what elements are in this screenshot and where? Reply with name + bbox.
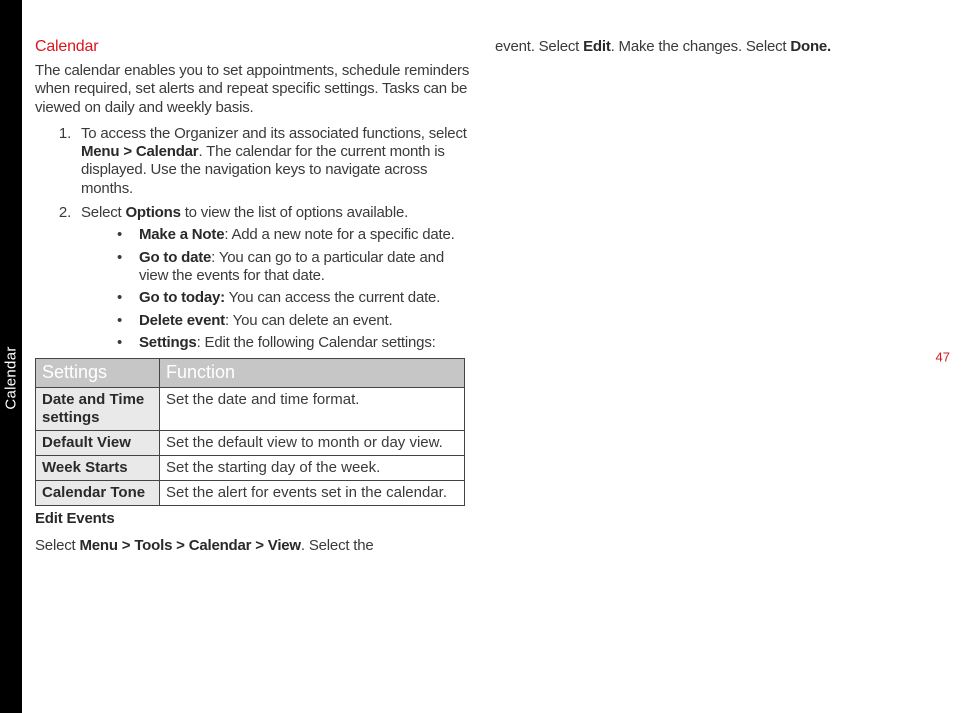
- table-cell-key: Week Starts: [36, 455, 160, 480]
- section-heading-calendar: Calendar: [35, 38, 470, 56]
- intro-paragraph: The calendar enables you to set appointm…: [35, 62, 470, 117]
- spine-label: Calendar: [3, 346, 20, 409]
- option-go-to-today: Go to today: You can access the current …: [117, 289, 470, 307]
- table-header-function: Function: [160, 359, 465, 388]
- option-settings: Settings: Edit the following Calendar se…: [117, 334, 470, 352]
- table-header-row: Settings Function: [36, 359, 465, 388]
- step-2-post: to view the list of options available.: [181, 204, 408, 221]
- table-cell-key: Date and Time settings: [36, 387, 160, 430]
- option-delete-event: Delete event: You can delete an event.: [117, 312, 470, 330]
- table-cell-value: Set the starting day of the week.: [160, 455, 465, 480]
- side-spine: Calendar: [0, 0, 22, 713]
- col2-bold-edit: Edit: [583, 38, 611, 55]
- table-row: Week Starts Set the starting day of the …: [36, 455, 465, 480]
- col2-line: event. Select Edit. Make the changes. Se…: [495, 38, 930, 56]
- step-2-pre: Select: [81, 204, 125, 221]
- table-cell-key: Default View: [36, 430, 160, 455]
- option-label: Go to today:: [139, 289, 225, 306]
- step-1: To access the Organizer and its associat…: [75, 125, 470, 198]
- option-desc: Edit the following Calendar settings:: [205, 334, 436, 351]
- col2-bold-done: Done.: [790, 38, 831, 55]
- option-desc: You can access the current date.: [229, 289, 441, 306]
- table-cell-key: Calendar Tone: [36, 480, 160, 505]
- option-desc: You can delete an event.: [233, 312, 393, 329]
- col2-pre: event. Select: [495, 38, 583, 55]
- settings-table: Settings Function Date and Time settings…: [35, 358, 465, 506]
- step-2-bold: Options: [125, 204, 180, 221]
- table-cell-value: Set the default view to month or day vie…: [160, 430, 465, 455]
- option-desc: Add a new note for a specific date.: [231, 226, 454, 243]
- option-sep: :: [225, 312, 233, 329]
- column-right: event. Select Edit. Make the changes. Se…: [495, 38, 930, 64]
- option-label: Delete event: [139, 312, 225, 329]
- table-row: Calendar Tone Set the alert for events s…: [36, 480, 465, 505]
- option-label: Make a Note: [139, 226, 224, 243]
- table-header-settings: Settings: [36, 359, 160, 388]
- table-cell-value: Set the date and time format.: [160, 387, 465, 430]
- step-1-bold: Menu > Calendar: [81, 143, 198, 160]
- option-sep: :: [197, 334, 205, 351]
- option-label: Settings: [139, 334, 197, 351]
- col2-mid: . Make the changes. Select: [611, 38, 791, 55]
- options-list: Make a Note: Add a new note for a specif…: [81, 226, 470, 352]
- column-left: Calendar The calendar enables you to set…: [35, 38, 470, 563]
- edit-events-pre: Select: [35, 537, 79, 554]
- step-2: Select Options to view the list of optio…: [75, 204, 470, 352]
- edit-events-bold: Menu > Tools > Calendar > View: [79, 537, 300, 554]
- table-row: Date and Time settings Set the date and …: [36, 387, 465, 430]
- table-row: Default View Set the default view to mon…: [36, 430, 465, 455]
- steps-list: To access the Organizer and its associat…: [35, 125, 470, 352]
- edit-events-line: Select Menu > Tools > Calendar > View. S…: [35, 537, 470, 555]
- option-sep: :: [211, 249, 219, 266]
- table-cell-value: Set the alert for events set in the cale…: [160, 480, 465, 505]
- page-content: Calendar The calendar enables you to set…: [35, 38, 968, 675]
- option-label: Go to date: [139, 249, 211, 266]
- option-go-to-date: Go to date: You can go to a particular d…: [117, 249, 470, 286]
- step-1-pre: To access the Organizer and its associat…: [81, 125, 467, 142]
- option-make-a-note: Make a Note: Add a new note for a specif…: [117, 226, 470, 244]
- edit-events-subheading: Edit Events: [35, 510, 470, 527]
- edit-events-post: . Select the: [301, 537, 374, 554]
